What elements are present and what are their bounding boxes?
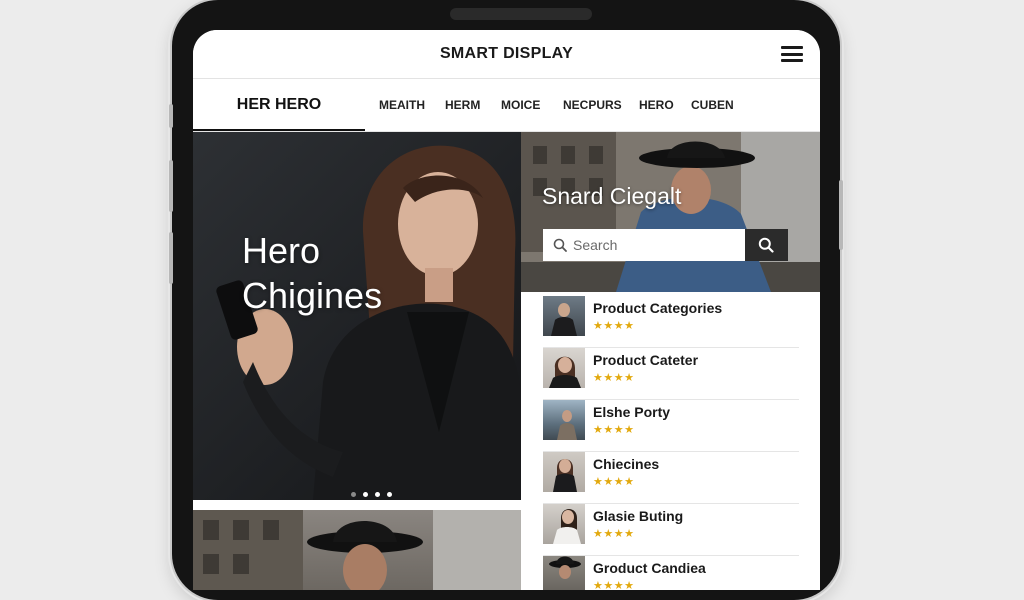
rating-stars: ★★★★ [593,320,635,332]
list-item[interactable]: Groduct Candiea ★★★★ [543,556,799,590]
product-name: Product Categories [593,300,723,316]
product-thumbnail [543,556,585,590]
nav-tab-2[interactable]: HERM [445,98,480,112]
nav-tab-5[interactable]: HERO [639,98,674,112]
product-list: Product Categories ★★★★ Product Cateter … [543,296,799,590]
screen: SMART DISPLAY HER HERO MEAITH HERM MOICE… [193,30,820,590]
rating-stars: ★★★★ [593,528,635,540]
carousel-dot-3[interactable] [375,492,380,497]
carousel-dot-2[interactable] [363,492,368,497]
device-side-button [839,180,843,250]
search-input[interactable] [573,229,741,261]
list-item[interactable]: Product Cateter ★★★★ [543,348,799,400]
rating-stars: ★★★★ [593,424,635,436]
nav-tab-4[interactable]: NECPURS [563,98,622,112]
list-item[interactable]: Chiecines ★★★★ [543,452,799,504]
promo-title: Snard Ciegalt [542,183,682,209]
device-notch [450,8,592,20]
rating-stars: ★★★★ [593,580,635,590]
device-side-button [169,232,173,284]
product-thumbnail [543,504,585,544]
product-thumbnail [543,296,585,336]
carousel-dots [351,484,399,500]
rating-stars: ★★★★ [593,372,635,384]
nav-brand-tab[interactable]: HER HERO [193,79,365,131]
product-thumbnail [543,348,585,388]
promo-banner: Snard Ciegalt [521,132,820,292]
product-name: Glasie Buting [593,508,684,524]
product-name: Elshe Porty [593,404,671,420]
feature-photo-street [193,510,521,590]
product-name: Groduct Candiea [593,560,706,576]
app-header: SMART DISPLAY [193,30,820,79]
hero-title-line-2: Chigines [242,275,383,316]
hamburger-menu-icon[interactable] [781,46,803,62]
nav-tab-1[interactable]: MEAITH [379,98,425,112]
list-item[interactable]: Elshe Porty ★★★★ [543,400,799,452]
app-title: SMART DISPLAY [439,45,574,62]
carousel-dot-1[interactable] [351,492,356,497]
nav-tab-6[interactable]: CUBEN [691,98,734,112]
product-name: Chiecines [593,456,660,472]
hero-title-line-1: Hero [242,230,321,271]
list-item[interactable]: Glasie Buting ★★★★ [543,504,799,556]
hero-title: Hero Chigines [242,228,382,318]
rating-stars: ★★★★ [593,476,635,488]
device-side-button [169,160,173,212]
top-navigation: HER HERO MEAITH HERM MOICE NECPURS HERO … [193,79,820,132]
search-icon [553,238,567,252]
carousel-dot-4[interactable] [387,492,392,497]
feature-card-bottom[interactable] [193,510,521,590]
product-name: Product Cateter [593,352,699,368]
search-box[interactable] [543,229,745,261]
hero-carousel[interactable]: Hero Chigines [193,132,521,500]
nav-tab-3[interactable]: MOICE [501,98,540,112]
device-side-button [169,104,173,128]
search-button[interactable] [745,229,788,261]
search-icon [758,237,774,253]
product-thumbnail [543,452,585,492]
promo-photo-street [521,132,820,292]
list-item[interactable]: Product Categories ★★★★ [543,296,799,348]
product-thumbnail [543,400,585,440]
